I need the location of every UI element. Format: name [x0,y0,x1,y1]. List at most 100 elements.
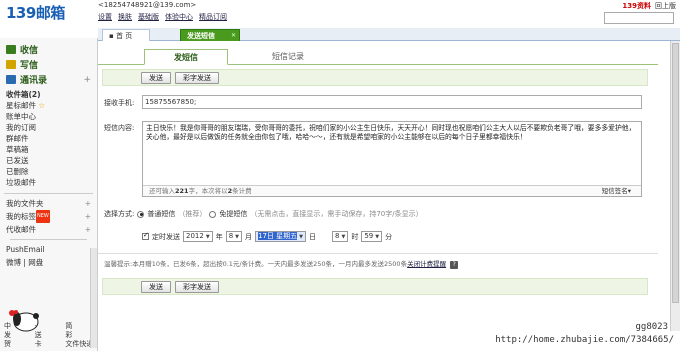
quick-item[interactable]: 贺 [4,340,33,349]
watermark-user: gg8023 [635,322,668,332]
tab-send-sms[interactable]: 发送短信 ✕ [180,29,240,41]
link-experience[interactable]: 体验中心 [165,12,193,22]
folder-list: 收件箱(2) 星标邮件 ☆ 账单中心 我的订阅 群邮件 草稿箱 已发送 已删除 … [0,87,97,190]
minute-select[interactable]: 59 ▼ [361,231,383,242]
sidebar-item-starred[interactable]: 星标邮件 ☆ [6,100,91,111]
char-counter: 还可输入221字，本次将以2条计费 短信签名▾ [143,185,641,196]
color-send-button[interactable]: 彩字发送 [175,72,219,84]
sidebar-item-pushemail[interactable]: PushEmail [6,243,91,256]
quick-item[interactable]: 中 [4,322,33,331]
tab-sms-records[interactable]: 短信记录 [248,49,328,65]
link-old-version[interactable]: 回上版 [655,1,676,11]
contacts-icon [6,75,16,84]
divider [98,253,658,254]
sidebar-item-subscriptions[interactable]: 我的订阅 [6,122,91,133]
add-icon[interactable]: + [85,210,91,223]
tab-strip: ▪ 首 页 发送短信 ✕ [98,28,680,41]
signature-dropdown[interactable]: 短信签名▾ [602,186,631,197]
sidebar-divider [4,193,93,194]
sidebar-item-drafts[interactable]: 草稿箱 [6,144,91,155]
star-icon: ☆ [38,101,46,110]
chevron-down-icon: ▾ [627,187,631,195]
add-icon[interactable]: + [85,223,91,236]
account-address: <18254748921@139.com> [98,1,197,9]
sms-subtabs: 发短信 短信记录 [98,45,658,65]
chevron-down-icon: ▼ [205,234,210,240]
sidebar-item-inbox-main[interactable]: 收信 [6,42,91,57]
day-select[interactable]: 17日 星期五 ▼ [255,231,307,242]
sidebar-scrollbar[interactable] [90,248,97,348]
compose-icon [6,60,16,69]
radio-free-sms[interactable] [209,210,217,218]
month-select[interactable]: 8 ▼ [225,231,243,242]
sidebar-item-inbox[interactable]: 收件箱(2) [6,89,91,100]
new-badge: NEW [36,210,50,223]
send-mode-options: 选择方式: 普通短信 （推荐） 免提短信 （无需点击，直接显示，需手动保存，持70字… [104,210,423,218]
sidebar-item-bills[interactable]: 账单中心 [6,111,91,122]
quick-item: · [34,322,37,330]
top-right-links: 139资料 回上版 [622,1,676,11]
top-header: 139邮箱 <18254748921@139.com> 设置 换肤 基础版 体验… [0,0,680,28]
billing-tip: 温馨提示:本月赠10条，已发6条，超出按0.1元/条计费。一天内最多发送250条… [104,258,459,269]
sidebar-item-group-mail[interactable]: 群邮件 [6,133,91,144]
link-139-info[interactable]: 139资料 [622,1,651,11]
free-sms-label: 免提短信 [219,210,248,218]
radio-normal-sms[interactable] [137,210,145,218]
top-links: 设置 换肤 基础版 体验中心 精品订阅 [98,12,227,22]
sidebar-sub-list: 我的文件夹 + 我的标签 NEW + 代收邮件 + PushEmail 微博 | 网盘 [0,197,97,269]
sidebar-item-my-tags[interactable]: 我的标签 NEW + [6,210,91,223]
sidebar-item-contacts[interactable]: 通讯录 + [6,72,91,87]
sidebar-item-compose[interactable]: 写信 [6,57,91,72]
link-weibo[interactable]: 微博 [6,258,21,267]
quick-item[interactable]: 送 [35,331,64,340]
sidebar-item-collect-mail[interactable]: 代收邮件 + [6,223,91,236]
sidebar-divider [10,239,87,240]
sidebar-item-deleted[interactable]: 已删除 [6,166,91,177]
top-toolbar: 发送 彩字发送 [102,69,648,86]
sidebar-item-sent[interactable]: 已发送 [6,155,91,166]
sidebar-quick-grid: 中 · 简 发 送 彩 贺 卡 文件快递 [4,322,94,349]
add-icon[interactable]: + [83,75,91,85]
search-input[interactable] [604,12,674,24]
link-disk[interactable]: 网盘 [28,258,43,267]
sidebar-bottom-links: 微博 | 网盘 [6,258,44,267]
logo[interactable]: 139邮箱 [6,2,65,23]
sidebar: 收信 写信 通讯录 + 收件箱(2) 星标邮件 ☆ 账单中心 我的订阅 群邮件 … [0,38,98,351]
tab-send-sms-sub[interactable]: 发短信 [144,49,228,65]
quick-item[interactable]: 发 [4,331,33,340]
sidebar-item-my-folders[interactable]: 我的文件夹 + [6,197,91,210]
content-label: 短信内容: [104,124,135,132]
link-basic[interactable]: 基础版 [138,12,159,22]
send-button-bottom[interactable]: 发送 [141,281,171,293]
phone-input[interactable]: 15875567850; [142,95,642,109]
sms-panel: 发短信 短信记录 发送 彩字发送 接收手机: 15875567850; 短信内容… [98,41,680,351]
phone-label: 接收手机: [104,99,135,107]
chevron-down-icon: ▼ [375,234,380,240]
scrollbar-thumb[interactable] [672,43,679,303]
link-skin[interactable]: 换肤 [118,12,132,22]
sidebar-item-spam[interactable]: 垃圾邮件 [6,177,91,188]
quick-item[interactable]: 卡 [35,340,64,349]
normal-sms-label: 普通短信 [147,210,176,218]
home-icon: ▪ [109,32,116,40]
chevron-down-icon: ▼ [341,234,346,240]
mode-label: 选择方式: [104,210,135,218]
add-icon[interactable]: + [85,197,91,210]
year-select[interactable]: 2012 ▼ [183,231,213,242]
hour-select[interactable]: 8 ▼ [332,231,349,242]
help-icon[interactable]: ? [450,261,459,269]
tab-home[interactable]: ▪ 首 页 [102,29,150,41]
chevron-down-icon: ▼ [235,234,240,240]
inbox-icon [6,45,16,54]
main-scrollbar[interactable] [670,41,680,331]
color-send-button-bottom[interactable]: 彩字发送 [175,281,219,293]
send-button[interactable]: 发送 [141,72,171,84]
chevron-down-icon: ▼ [299,234,304,240]
link-settings[interactable]: 设置 [98,12,112,22]
bottom-toolbar: 发送 彩字发送 [102,278,648,295]
close-billing-reminder-link[interactable]: 关闭计费提醒 [407,260,446,268]
link-subscribe[interactable]: 精品订阅 [199,12,227,22]
sms-content-textarea[interactable]: 主日快乐！我是你哥哥的朋友瑞瑞，受你哥哥的委托，祝咱们家的小公主生日快乐，天天开… [142,121,642,197]
timed-send-checkbox[interactable] [142,231,149,240]
watermark-url: http://home.zhubajie.com/7384665/ [495,335,674,345]
